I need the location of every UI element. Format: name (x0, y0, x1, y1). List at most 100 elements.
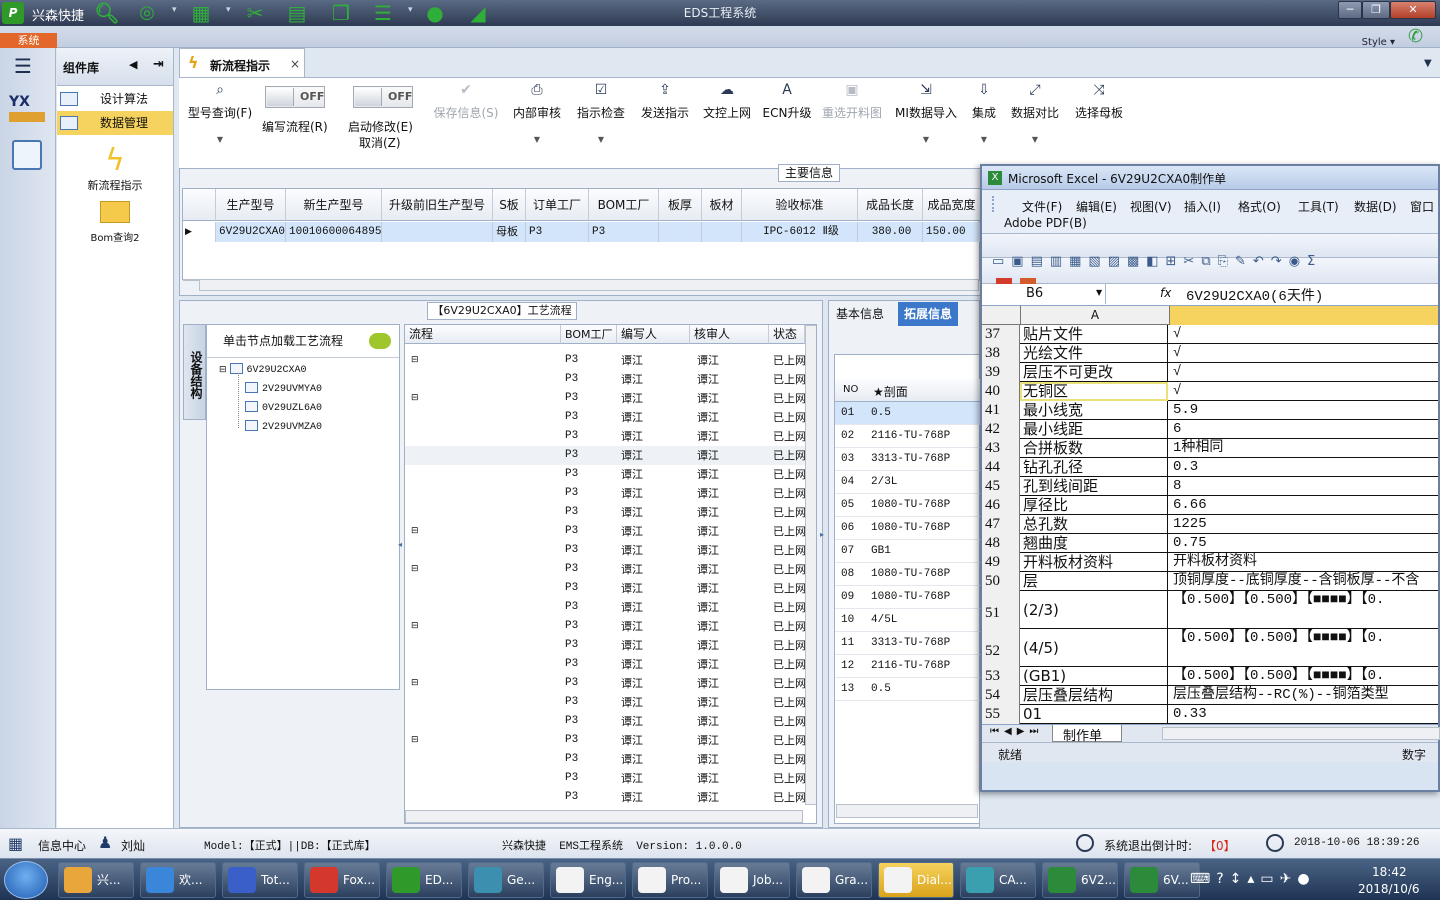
name-box[interactable]: B6 (986, 284, 1106, 304)
minimize-button[interactable]: ─ (1338, 1, 1362, 19)
process-row[interactable]: ⊟层压P3谭江谭江已上网 (405, 389, 805, 408)
close-button[interactable]: ✕ (1390, 1, 1436, 19)
cell-a[interactable]: 层压不可更改 (1020, 363, 1168, 382)
taskbar-item[interactable]: Ge... (468, 862, 544, 898)
table-cell[interactable] (702, 222, 742, 242)
row-number[interactable]: 52 (982, 629, 1020, 667)
cell-b[interactable]: 1225 (1170, 515, 1438, 534)
profile-row[interactable]: 05 1080-TU-768P (835, 494, 981, 517)
bom-query-shortcut[interactable]: Bom查询2 (57, 201, 173, 244)
tab-list-dropdown-icon[interactable]: ▼ (1424, 58, 1432, 69)
profile-row[interactable]: 08 1080-TU-768P (835, 563, 981, 586)
grid-icon[interactable]: ▦ (188, 1, 214, 25)
integrate-button[interactable]: ⇩ 集成 ▼ (965, 82, 1003, 144)
cell-a[interactable]: 最小线距 (1020, 420, 1168, 439)
process-row[interactable]: 磨板P3谭江谭江已上网 (405, 712, 805, 731)
column-header[interactable]: 新生产型号 (286, 189, 382, 221)
row-number[interactable]: 44 (982, 458, 1020, 477)
cell-b[interactable]: 8 (1170, 477, 1438, 496)
taskbar-item[interactable]: 6V2... (1042, 862, 1118, 898)
dropdown-arrow-icon[interactable]: ▼ (965, 135, 1003, 144)
taskbar-item[interactable]: ED... (386, 862, 462, 898)
tree-node-child[interactable]: 2V29UVMYA0 (245, 380, 322, 398)
row-number[interactable]: 46 (982, 496, 1020, 515)
process-row[interactable]: 铣边P3谭江谭江已上网 (405, 484, 805, 503)
profile-row[interactable]: 12 2116-TU-768P (835, 655, 981, 678)
menu-data[interactable]: 数据(D) (1354, 198, 1397, 215)
cell-a[interactable]: 层压叠层结构 (1020, 686, 1168, 705)
globe-icon[interactable]: ◎ (134, 1, 160, 25)
process-row[interactable]: 钻孔P3谭江谭江已上网 (405, 598, 805, 617)
cell-b[interactable]: 6.66 (1170, 496, 1438, 515)
column-header[interactable]: BOM工厂 (589, 189, 659, 221)
column-header[interactable]: 验收标准 (742, 189, 858, 221)
row-number[interactable]: 38 (982, 344, 1020, 363)
process-row[interactable]: 压合P3谭江谭江已上网 (405, 446, 805, 465)
column-header[interactable]: BOM工厂 (561, 325, 617, 344)
tab-new-process[interactable]: ϟ 新流程指示 × (179, 48, 305, 77)
main-grid-horizontal-scrollbar[interactable] (199, 279, 979, 291)
process-row[interactable]: 减薄铜P3谭江谭江已上网 (405, 541, 805, 560)
component-item-data-management[interactable]: 数据管理 (57, 111, 173, 135)
instruction-check-button[interactable]: ☑ 指示检查 ▼ (573, 82, 629, 144)
table-cell[interactable]: 380.00 (858, 222, 923, 242)
profile-row[interactable]: 02 2116-TU-768P (835, 425, 981, 448)
cell-b[interactable]: 【0.500】【0.500】【■■■■】【0. (1170, 591, 1438, 629)
collapse-icon[interactable]: ⊟ (411, 617, 419, 636)
process-row[interactable]: 排板P3谭江谭江已上网 (405, 427, 805, 446)
taskbar-item[interactable]: 6V... (1124, 862, 1200, 898)
collapse-icon[interactable]: ⊟ (411, 674, 419, 693)
tree-node-child[interactable]: 0V29UZL6A0 (245, 399, 322, 417)
tree-node-root[interactable]: ⊟ 6V29U2CXA0 (219, 361, 307, 379)
taskbar-item[interactable]: Dial... (878, 862, 954, 898)
process-row[interactable]: X-Ray冲孔P3谭江谭江已上网 (405, 465, 805, 484)
sheet-row[interactable]: 45 孔到线间距 8 (982, 477, 1438, 496)
process-row[interactable]: 外层前处理P3谭江谭江已上网 (405, 750, 805, 769)
calculator-icon[interactable] (12, 140, 42, 170)
row-number[interactable]: 41 (982, 401, 1020, 420)
profile-row[interactable]: 11 3313-TU-768P (835, 632, 981, 655)
collapse-icon[interactable]: ⊟ (219, 365, 227, 375)
sheet-row[interactable]: 39 层压不可更改 √ (982, 363, 1438, 382)
column-header[interactable]: NO (843, 384, 858, 395)
profile-row[interactable]: 09 1080-TU-768P (835, 586, 981, 609)
column-header[interactable]: 板材 (702, 189, 742, 221)
chart-icon[interactable]: ◢ (462, 1, 494, 25)
collapse-icon[interactable]: ⊟ (411, 522, 419, 541)
taskbar-item[interactable]: 兴... (58, 862, 134, 898)
cell-a[interactable]: 光绘文件 (1020, 344, 1168, 363)
film-icon[interactable]: ▤ (284, 1, 310, 25)
dropdown-arrow-icon[interactable]: ▼ (573, 135, 629, 144)
table-cell[interactable] (659, 222, 702, 242)
process-row[interactable]: ⊟钻孔P3谭江谭江已上网 (405, 560, 805, 579)
row-number[interactable]: 49 (982, 553, 1020, 572)
column-header[interactable]: ★剖面 (873, 383, 908, 400)
process-row[interactable]: 预排P3谭江谭江已上网 (405, 408, 805, 427)
profile-row[interactable]: 06 1080-TU-768P (835, 517, 981, 540)
dropdown-arrow-icon[interactable]: ▼ (185, 135, 255, 144)
row-number[interactable]: 43 (982, 439, 1020, 458)
dropdown-arrow-icon[interactable]: ▼ (893, 135, 959, 144)
row-selector-icon[interactable]: ▶ (183, 222, 216, 242)
taskbar-item[interactable]: CA... (960, 862, 1036, 898)
restore-button[interactable]: ❐ (1362, 1, 1390, 19)
cell-a[interactable]: 最小线宽 (1020, 401, 1168, 420)
collapse-icon[interactable]: ⊟ (411, 389, 419, 408)
column-header[interactable]: 订单工厂 (526, 189, 589, 221)
cell-b[interactable]: 【0.500】【0.500】【■■■■】【0. (1170, 667, 1438, 686)
process-row[interactable]: 曝光P3谭江谭江已上网 (405, 788, 805, 807)
taskbar-item[interactable]: Eng... (550, 862, 626, 898)
column-header[interactable]: 编写人 (617, 325, 690, 344)
table-cell[interactable]: 6V29U2CXA0 (216, 222, 286, 242)
process-row[interactable]: 铝片钻孔P3谭江谭江已上网 (405, 579, 805, 598)
process-row[interactable]: 开料P3谭江谭江已上网 (405, 370, 805, 389)
dropdown-arrow-icon[interactable]: ▾ (408, 5, 413, 15)
start-button[interactable] (4, 861, 48, 899)
process-row[interactable]: ⊟外层干膜P3谭江谭江已上网 (405, 731, 805, 750)
process-row[interactable]: 贴膜P3谭江谭江已上网 (405, 769, 805, 788)
menu-edit[interactable]: 编辑(E) (1076, 198, 1117, 215)
column-header[interactable]: 升级前旧生产型号 (382, 189, 493, 221)
sheet-row[interactable]: 44 钻孔孔径 0.3 (982, 458, 1438, 477)
menu-icon[interactable]: ☰ (14, 56, 40, 76)
cell-b[interactable]: 5.9 (1170, 401, 1438, 420)
